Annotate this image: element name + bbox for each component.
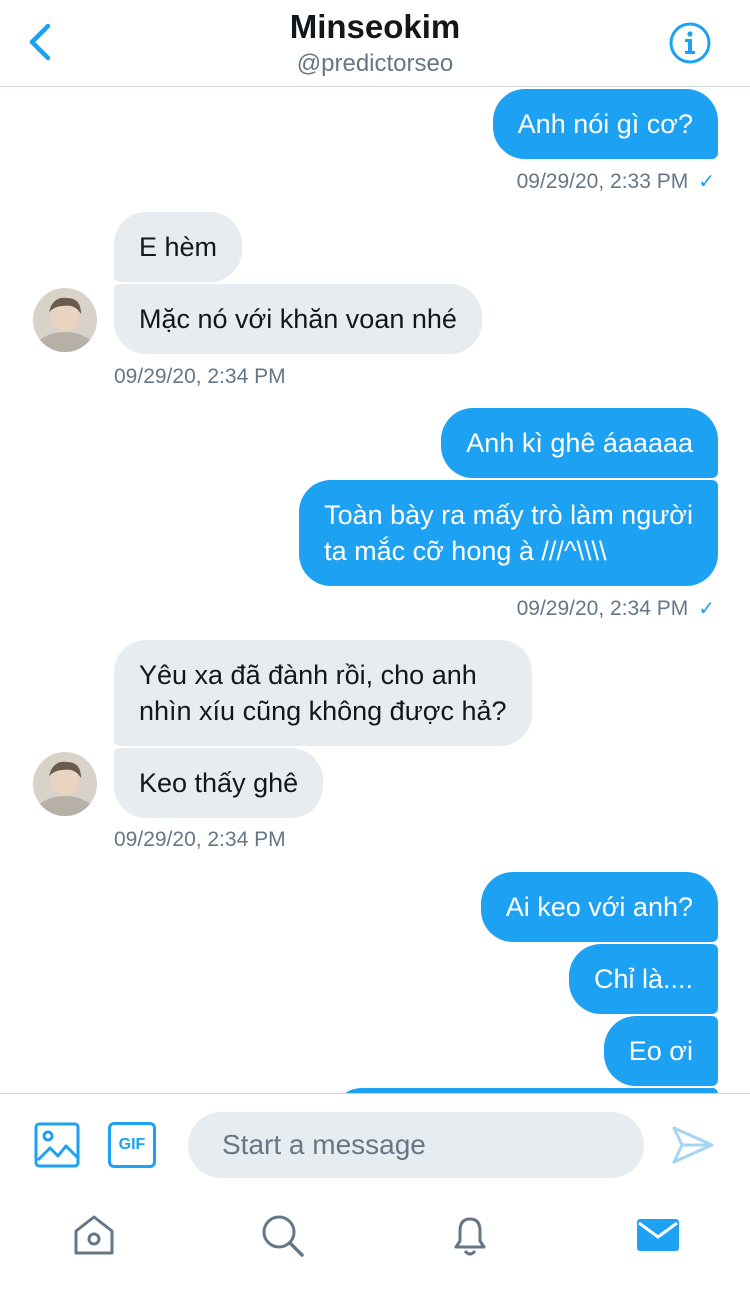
avatar[interactable] bbox=[33, 752, 97, 816]
message-text: Chỉ là.... bbox=[593, 964, 693, 994]
message-text: Eo ơi bbox=[628, 1036, 693, 1066]
message-text: Keo thấy ghê bbox=[139, 768, 299, 798]
message-text: Anh nói gì cơ? bbox=[517, 109, 693, 139]
message-text-line: nhìn xíu cũng không được hả? bbox=[139, 696, 507, 726]
mail-icon bbox=[637, 1219, 679, 1251]
message-text-line: Yêu xa đã đành rồi, cho anh bbox=[139, 660, 477, 690]
message-timestamp: 09/29/20, 2:34 PM bbox=[114, 828, 286, 851]
conversation-title[interactable]: Minseokim bbox=[0, 8, 750, 46]
tab-search[interactable] bbox=[258, 1211, 306, 1259]
message-text: E hèm bbox=[139, 232, 218, 262]
timestamp-text: 09/29/20, 2:34 PM bbox=[516, 597, 689, 620]
read-check-icon: ✓ bbox=[698, 598, 715, 620]
message-text-line: ta mắc cỡ hong à ///^\\\\ bbox=[324, 536, 607, 566]
message-input[interactable] bbox=[188, 1112, 644, 1178]
info-icon bbox=[669, 22, 711, 64]
message-timestamp: 09/29/20, 2:33 PM ✓ bbox=[517, 169, 715, 194]
message-bubble-sent[interactable]: Chỉ là.... bbox=[568, 944, 718, 1014]
message-composer: GIF bbox=[0, 1093, 750, 1194]
send-icon bbox=[672, 1126, 714, 1164]
add-image-button[interactable] bbox=[34, 1122, 80, 1168]
message-bubble-sent[interactable]: Anh kì ghê áaaaaa bbox=[441, 408, 718, 478]
read-check-icon: ✓ bbox=[698, 171, 715, 193]
conversation-handle: @predictorseo bbox=[296, 50, 454, 77]
avatar-photo-icon bbox=[33, 752, 97, 816]
info-button[interactable] bbox=[668, 21, 712, 65]
avatar[interactable] bbox=[33, 288, 97, 352]
message-bubble-received[interactable]: E hèm bbox=[114, 212, 243, 282]
message-list[interactable]: Anh nói gì cơ? 09/29/20, 2:33 PM ✓ E hèm … bbox=[0, 87, 750, 1093]
timestamp-text: 09/29/20, 2:33 PM bbox=[516, 170, 689, 193]
message-text: Anh kì ghê áaaaaa bbox=[466, 428, 693, 458]
message-bubble-sent[interactable]: Toàn bày ra mấy trò làm người ta mắc cỡ … bbox=[299, 480, 718, 586]
home-icon bbox=[74, 1215, 114, 1255]
message-bubble-sent[interactable]: Eo ơi bbox=[603, 1016, 718, 1086]
image-icon bbox=[34, 1122, 80, 1168]
message-bubble-sent[interactable]: Anh nói gì cơ? bbox=[492, 89, 718, 159]
message-bubble-received[interactable]: Yêu xa đã đành rồi, cho anh nhìn xíu cũn… bbox=[114, 640, 532, 746]
message-bubble-received[interactable]: Mặc nó với khăn voan nhé bbox=[114, 284, 482, 354]
send-button[interactable] bbox=[670, 1122, 716, 1168]
message-bubble-sent[interactable]: Ai keo với anh? bbox=[480, 872, 718, 942]
message-timestamp: 09/29/20, 2:34 PM ✓ bbox=[517, 596, 715, 621]
message-text: Mặc nó với khăn voan nhé bbox=[139, 304, 457, 334]
avatar-photo-icon bbox=[33, 288, 97, 352]
bottom-tab-bar bbox=[0, 1193, 750, 1292]
conversation-header: Minseokim @predictorseo bbox=[0, 0, 750, 87]
message-text-line: Toàn bày ra mấy trò làm người bbox=[324, 500, 693, 530]
message-timestamp: 09/29/20, 2:34 PM bbox=[114, 365, 286, 388]
bell-icon bbox=[454, 1217, 486, 1256]
tab-home[interactable] bbox=[70, 1211, 118, 1259]
message-bubble-received[interactable]: Keo thấy ghê bbox=[114, 748, 324, 818]
tab-messages[interactable] bbox=[634, 1211, 682, 1259]
message-text: Ai keo với anh? bbox=[505, 892, 693, 922]
search-icon bbox=[262, 1215, 304, 1257]
tab-notifications[interactable] bbox=[446, 1211, 494, 1259]
gif-button[interactable]: GIF bbox=[108, 1122, 156, 1168]
